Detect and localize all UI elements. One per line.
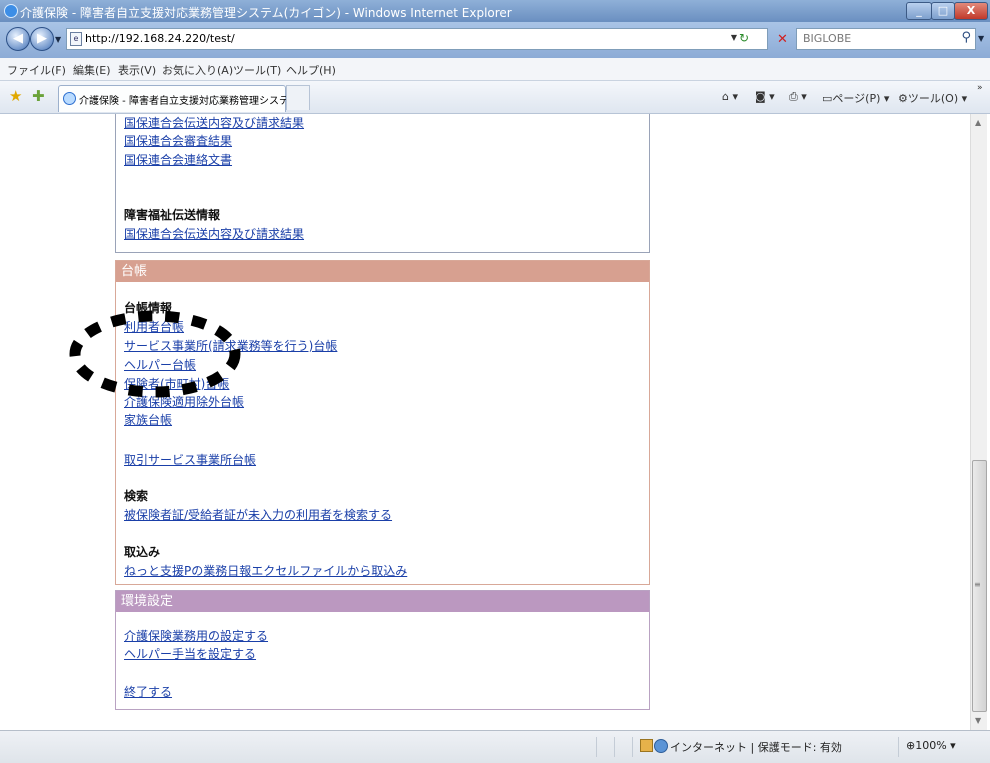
service-office-ledger-link[interactable]: サービス事業所(請求業務等を行う)台帳 [124, 337, 337, 354]
status-bar: インターネット | 保護モード: 有効 ⊕100% ▾ [0, 730, 990, 763]
search-heading: 検索 [124, 489, 149, 503]
forward-button[interactable]: ▶ [30, 27, 54, 51]
kokuho-review-link[interactable]: 国保連合会審査結果 [124, 132, 232, 149]
status-separator [596, 737, 597, 757]
menu-view[interactable]: 表示(V) [118, 62, 156, 78]
chevron-icon[interactable]: » [977, 83, 983, 93]
add-favorite-icon[interactable]: ✚ [32, 87, 45, 105]
search-input[interactable]: BIGLOBE ⚲ [796, 28, 976, 50]
care-insurance-settings-link[interactable]: 介護保険業務用の設定する [124, 627, 268, 644]
search-dropdown-icon[interactable]: ▼ [978, 34, 984, 43]
exit-link[interactable]: 終了する [124, 683, 172, 700]
history-dropdown-icon[interactable]: ▼ [55, 35, 61, 44]
scroll-up-icon[interactable]: ▲ [975, 118, 981, 127]
minimize-button[interactable]: _ [906, 2, 932, 20]
helper-allowance-settings-link[interactable]: ヘルパー手当を設定する [124, 645, 256, 662]
zoom-control[interactable]: ⊕100% ▾ [906, 739, 956, 752]
menu-file[interactable]: ファイル(F) [7, 62, 66, 78]
back-button[interactable]: ◀ [6, 27, 30, 51]
title-bar: 介護保険 - 障害者自立支援対応業務管理システム(カイゴン) - Windows… [0, 0, 990, 22]
security-zone-text[interactable]: インターネット | 保護モード: 有効 [670, 739, 842, 755]
page-icon: e [70, 32, 82, 46]
status-separator [898, 737, 899, 757]
ledger-panel: 台帳 台帳情報 利用者台帳 サービス事業所(請求業務等を行う)台帳 ヘルパー台帳… [115, 260, 650, 585]
tools-menu-label: ツール(O) [907, 92, 959, 105]
address-toolbar: ◀ ▶ ▼ e http://192.168.24.220/test/ ▼ ↻ … [0, 22, 990, 58]
family-ledger-link[interactable]: 家族台帳 [124, 411, 172, 428]
refresh-icon[interactable]: ↻ [739, 31, 749, 45]
new-tab-button[interactable] [286, 85, 310, 110]
search-missing-cert-link[interactable]: 被保険者証/受給者証が未入力の利用者を検索する [124, 506, 392, 523]
security-icon [640, 739, 653, 752]
settings-header: 環境設定 [116, 591, 649, 612]
welfare-heading: 障害福祉伝送情報 [124, 208, 221, 222]
kokuho-transmission-link[interactable]: 国保連合会伝送内容及び請求結果 [124, 114, 304, 131]
home-icon[interactable]: ⌂ ▾ [722, 90, 738, 103]
trading-office-ledger-link[interactable]: 取引サービス事業所台帳 [124, 451, 256, 468]
welfare-transmission-link[interactable]: 国保連合会伝送内容及び請求結果 [124, 225, 304, 242]
page-menu-label: ページ(P) [832, 92, 881, 105]
menu-tools[interactable]: ツール(T) [233, 62, 281, 78]
ie-icon [4, 4, 18, 18]
close-button[interactable]: X [954, 2, 988, 20]
ledger-header: 台帳 [116, 261, 649, 282]
ledger-info-heading: 台帳情報 [124, 301, 173, 315]
favorites-star-icon[interactable]: ★ [9, 87, 22, 105]
scroll-down-icon[interactable]: ▼ [975, 716, 981, 725]
search-icon[interactable]: ⚲ [961, 30, 971, 45]
search-placeholder: BIGLOBE [803, 32, 852, 45]
status-separator [614, 737, 615, 757]
internet-zone-icon [654, 739, 668, 753]
helper-ledger-link[interactable]: ヘルパー台帳 [124, 356, 196, 373]
kokuho-notice-link[interactable]: 国保連合会連絡文書 [124, 151, 232, 168]
transmission-panel: 国保連合会伝送内容及び請求結果 国保連合会審査結果 国保連合会連絡文書 障害福祉… [115, 114, 650, 253]
stop-icon[interactable]: ✕ [777, 32, 788, 47]
tools-menu[interactable]: ⚙ツール(O) ▾ [898, 90, 967, 106]
insurer-ledger-link[interactable]: 保険者(市町村)台帳 [124, 375, 229, 392]
window-title: 介護保険 - 障害者自立支援対応業務管理システム(カイゴン) - Windows… [20, 6, 512, 20]
zoom-level: 100% [915, 739, 947, 752]
exclusion-ledger-link[interactable]: 介護保険適用除外台帳 [124, 393, 244, 410]
address-input[interactable]: e http://192.168.24.220/test/ ▼ ↻ [66, 28, 768, 50]
ie-page-icon [63, 92, 76, 105]
page-menu[interactable]: ▭ページ(P) ▾ [822, 90, 889, 106]
import-heading: 取込み [124, 545, 161, 559]
user-ledger-link[interactable]: 利用者台帳 [124, 318, 184, 335]
address-dropdown-icon[interactable]: ▼ [731, 33, 737, 42]
menu-help[interactable]: ヘルプ(H) [286, 62, 336, 78]
menu-favorites[interactable]: お気に入り(A) [162, 62, 233, 78]
feeds-icon[interactable]: ◙ ▾ [755, 90, 775, 103]
menu-edit[interactable]: 編集(E) [73, 62, 111, 78]
status-separator [632, 737, 633, 757]
scroll-grip-icon: ≡ [974, 580, 981, 589]
menu-bar: ファイル(F) 編集(E) 表示(V) お気に入り(A) ツール(T) ヘルプ(… [0, 58, 990, 81]
print-icon[interactable]: ⎙ ▾ [789, 90, 807, 104]
tab-title: 介護保険 - 障害者自立支援対応業務管理システ... [79, 96, 299, 107]
maximize-button[interactable]: □ [931, 2, 955, 20]
url-text[interactable]: http://192.168.24.220/test/ [85, 32, 235, 45]
vertical-scrollbar[interactable]: ▲ ≡ ▼ [970, 114, 987, 730]
tab-bar: ★ ✚ 介護保険 - 障害者自立支援対応業務管理システ... ⌂ ▾ ◙ ▾ ⎙… [0, 81, 990, 114]
import-excel-link[interactable]: ねっと支援Pの業務日報エクセルファイルから取込み [124, 562, 407, 579]
tab-current[interactable]: 介護保険 - 障害者自立支援対応業務管理システ... [58, 85, 299, 112]
page-content: 国保連合会伝送内容及び請求結果 国保連合会審査結果 国保連合会連絡文書 障害福祉… [0, 114, 970, 730]
settings-panel: 環境設定 介護保険業務用の設定する ヘルパー手当を設定する 終了する [115, 590, 650, 710]
